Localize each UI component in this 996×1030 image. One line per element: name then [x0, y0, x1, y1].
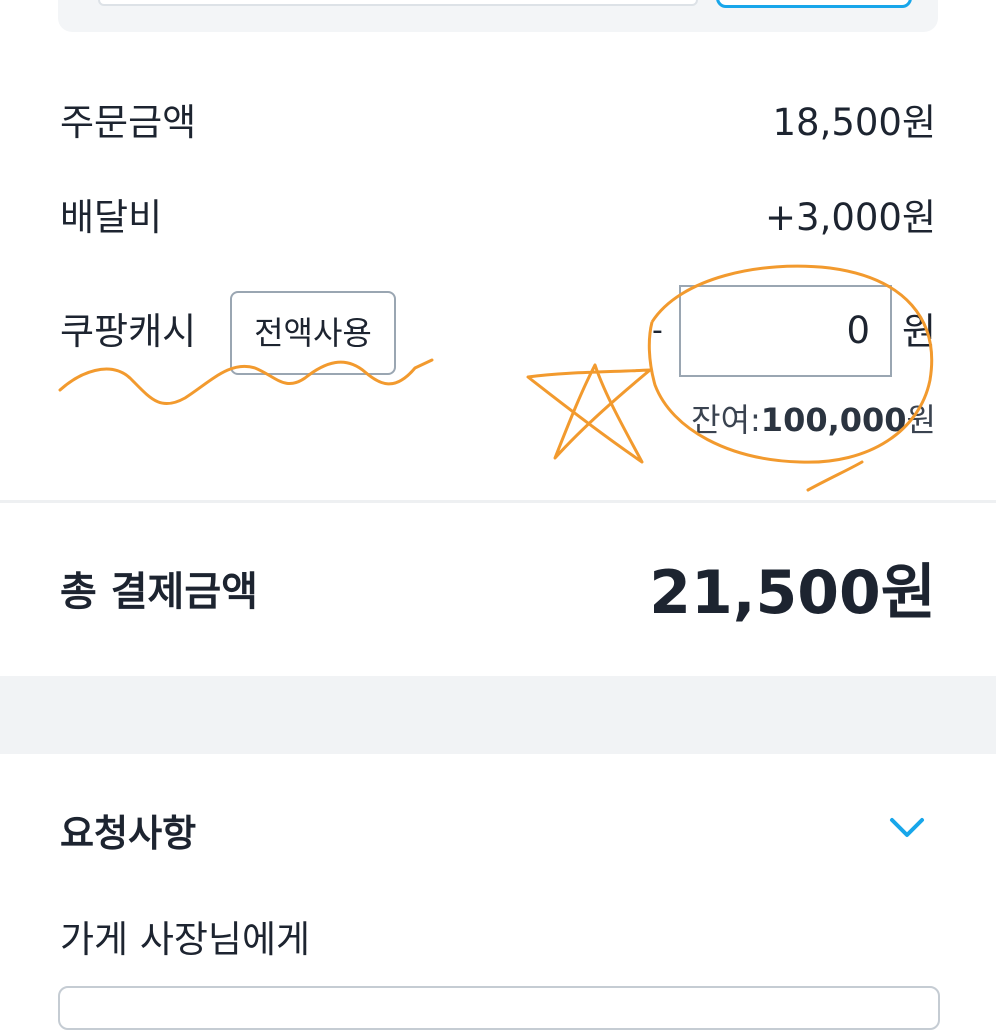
total-amount-value: 21,500원	[649, 558, 936, 628]
balance-prefix: 잔여:	[691, 401, 761, 439]
chevron-down-icon[interactable]	[888, 812, 926, 842]
balance-suffix: 원	[906, 401, 936, 439]
top-action-button[interactable]	[716, 0, 912, 8]
use-all-button[interactable]: 전액사용	[230, 291, 396, 375]
cash-label: 쿠팡캐시	[60, 310, 197, 353]
owner-request-label: 가게 사장님에게	[60, 918, 311, 961]
cash-minus-sign: -	[652, 313, 663, 348]
section-divider	[0, 500, 996, 503]
cash-amount-input[interactable]: 0	[679, 285, 892, 377]
delivery-fee-value: +3,000원	[765, 196, 936, 239]
cash-balance: 잔여:100,000원	[691, 404, 936, 436]
owner-request-input[interactable]	[58, 986, 940, 1030]
order-amount-label: 주문금액	[60, 101, 197, 144]
star-annotation	[526, 363, 652, 464]
section-gap	[0, 676, 996, 754]
order-amount-value: 18,500원	[772, 101, 936, 144]
delivery-fee-label: 배달비	[60, 196, 163, 239]
top-input-field[interactable]	[98, 0, 698, 6]
total-amount-label: 총 결제금액	[60, 569, 258, 615]
balance-amount: 100,000	[760, 401, 907, 439]
cash-unit-label: 원	[902, 310, 937, 353]
request-section-title: 요청사항	[60, 812, 197, 855]
